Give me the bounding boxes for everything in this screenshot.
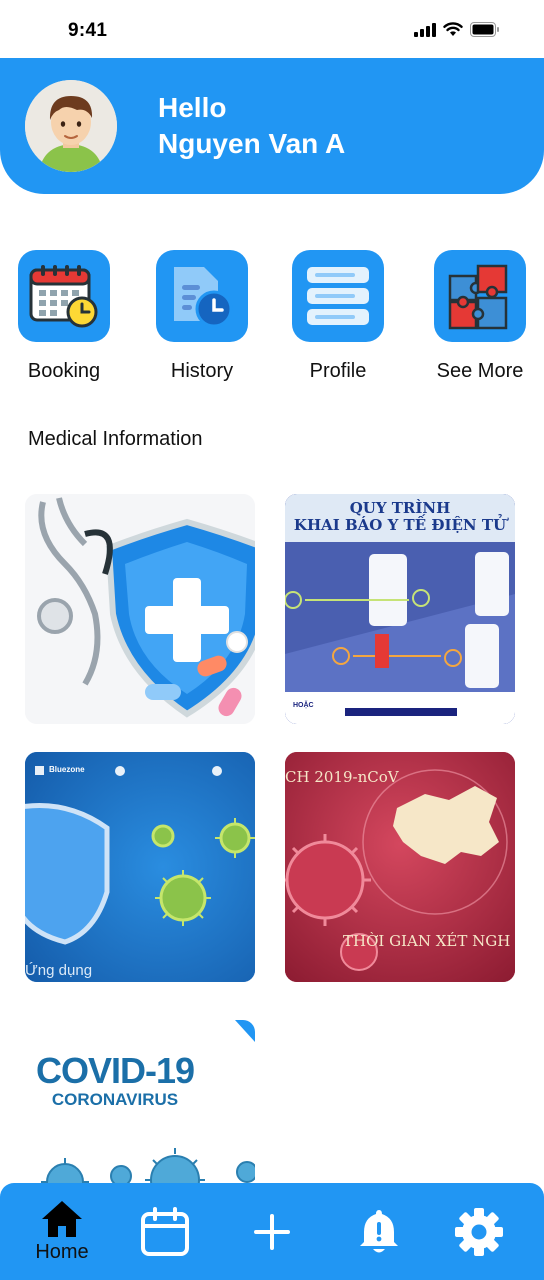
gear-icon bbox=[455, 1207, 503, 1256]
calendar-icon bbox=[141, 1206, 189, 1256]
history-label: History bbox=[170, 360, 234, 382]
nav-calendar[interactable] bbox=[120, 1183, 210, 1280]
booking-label: Booking bbox=[27, 360, 101, 382]
bluezone-brand: Bluezone bbox=[49, 765, 85, 774]
booking-action[interactable]: Booking bbox=[4, 250, 124, 383]
profile-action[interactable]: Profile bbox=[278, 250, 398, 383]
home-icon bbox=[42, 1201, 82, 1237]
medical-shield-illustration bbox=[25, 494, 255, 724]
covid19-subtitle: CORONAVIRUS bbox=[51, 1090, 179, 1109]
declaration-title-line2: KHAI BÁO Y TẾ ĐIỆN TỬ bbox=[293, 516, 507, 534]
signal-icon bbox=[414, 22, 436, 37]
nav-home[interactable]: Home bbox=[17, 1183, 107, 1280]
profile-label: Profile bbox=[309, 360, 367, 382]
covid19-title: COVID-19 bbox=[35, 1050, 195, 1091]
ncov-heading: CH 2019-nCoV bbox=[285, 768, 399, 786]
bluezone-illustration bbox=[25, 752, 255, 982]
document-clock-icon bbox=[174, 267, 233, 328]
status-time: 9:41 bbox=[68, 20, 108, 41]
greeting: Hello Nguyen Van A bbox=[158, 90, 345, 162]
see-more-label: See More bbox=[436, 360, 524, 382]
bell-alert-icon bbox=[360, 1209, 398, 1252]
status-icons bbox=[414, 22, 500, 37]
nav-add[interactable] bbox=[227, 1183, 317, 1280]
history-tile[interactable] bbox=[156, 250, 248, 342]
user-name: Nguyen Van A bbox=[158, 128, 346, 159]
wifi-icon bbox=[443, 22, 463, 36]
bluezone-caption: Ứng dụng bbox=[25, 962, 93, 979]
declaration-title-line1: QUY TRÌNH bbox=[349, 499, 451, 517]
status-bar: 9:41 bbox=[0, 0, 544, 58]
covid19-card[interactable]: COVID-19 CORONAVIRUS bbox=[25, 1020, 255, 1183]
bottom-nav: Home bbox=[0, 1183, 544, 1280]
see-more-tile[interactable] bbox=[434, 250, 526, 342]
declaration-or-label: HOẶC bbox=[293, 702, 314, 709]
puzzle-icon bbox=[448, 264, 508, 330]
ncov-card[interactable]: CH 2019-nCoV THỜI GIAN XÉT NGH bbox=[285, 752, 515, 982]
battery-icon bbox=[470, 22, 499, 37]
plus-icon bbox=[254, 1213, 290, 1250]
see-more-action[interactable]: See More bbox=[420, 250, 540, 383]
section-title: Medical Information bbox=[28, 428, 203, 450]
booking-tile[interactable] bbox=[18, 250, 110, 342]
medical-shield-card[interactable] bbox=[25, 494, 255, 724]
server-list-icon bbox=[307, 267, 369, 325]
greeting-hello: Hello bbox=[158, 92, 227, 123]
bluezone-card[interactable]: Bluezone Ứng dụng bbox=[25, 752, 255, 982]
avatar[interactable] bbox=[25, 80, 117, 172]
declaration-title: QUY TRÌNH KHAI BÁO Y TẾ ĐIỆN TỬ bbox=[285, 500, 515, 534]
nav-alerts[interactable] bbox=[334, 1183, 424, 1280]
health-declaration-card[interactable]: QUY TRÌNH KHAI BÁO Y TẾ ĐIỆN TỬ HOẶC bbox=[285, 494, 515, 724]
calendar-clock-icon bbox=[29, 265, 98, 328]
profile-tile[interactable] bbox=[292, 250, 384, 342]
ncov-caption: THỜI GIAN XÉT NGH bbox=[343, 932, 511, 950]
profile-header: Hello Nguyen Van A bbox=[0, 58, 544, 194]
history-action[interactable]: History bbox=[142, 250, 262, 383]
nav-settings[interactable] bbox=[434, 1183, 524, 1280]
nav-home-label: Home bbox=[35, 1241, 89, 1263]
